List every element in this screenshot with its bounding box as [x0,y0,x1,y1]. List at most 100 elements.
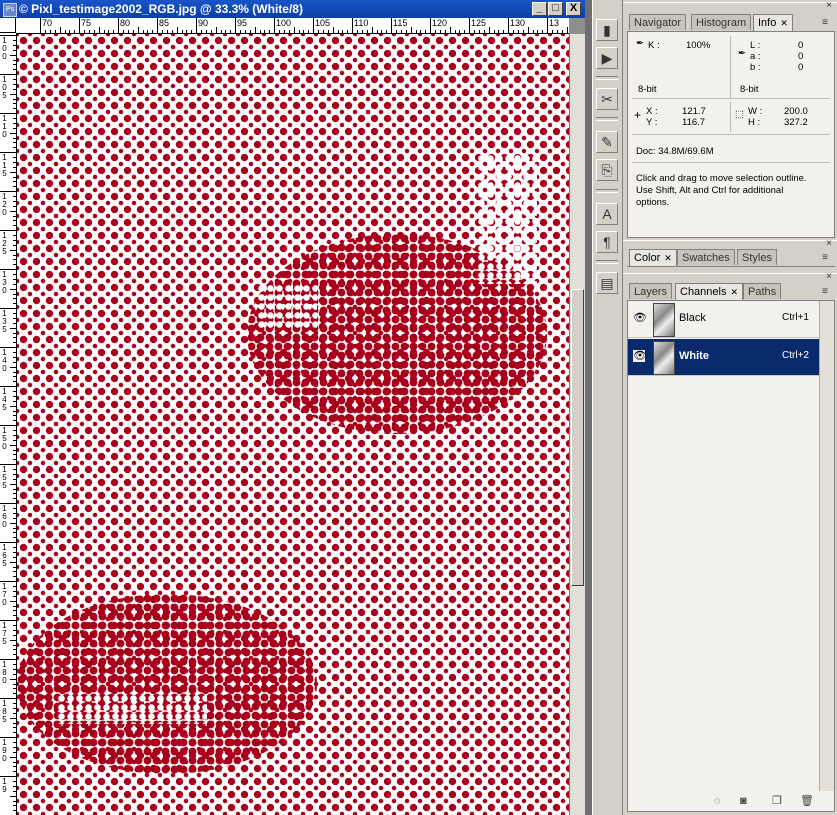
load-selection-icon[interactable]: ◌ [714,795,721,807]
maximize-button[interactable]: □ [548,2,563,16]
palette-close-icon[interactable]: × [826,238,832,249]
palette-grip[interactable] [623,2,837,9]
ruler-minor-tick [356,30,358,33]
actions-icon[interactable]: ▶ [596,47,618,69]
ruler-minor-tick [13,410,16,412]
tab-navigator[interactable]: Navigator [629,14,687,30]
ruler-minor-tick [259,30,261,33]
vertical-ruler[interactable]: 100 105 110 115 120 125 130 135 140 145 150 155 160 1… [0,33,17,815]
minimize-button[interactable]: _ [532,2,547,16]
ruler-minor-tick [13,780,16,782]
horizontal-ruler[interactable]: 70 75 80 85 90 95 100 105 110 115 120 125 130 13 [16,18,569,34]
ruler-tick [313,18,314,33]
ruler-minor-tick [13,108,16,110]
ruler-minor-tick [239,30,241,33]
tab-close-icon[interactable]: ✕ [664,253,672,263]
ruler-minor-tick [439,30,441,33]
tab-paths[interactable]: Paths [743,283,782,299]
palette-close-icon[interactable]: × [826,271,832,282]
ruler-minor-tick [230,30,232,33]
tab-layers[interactable]: Layers [629,283,673,299]
ruler-minor-tick [13,59,16,61]
palette-grip[interactable] [623,240,837,247]
ruler-minor-tick [152,30,154,33]
ruler-minor-tick [264,30,266,33]
ruler-label: 80 [120,18,131,28]
ruler-minor-tick [322,30,324,33]
ruler-label: 190 [2,738,7,763]
ruler-label: 75 [81,18,92,28]
navigator-toggle-icon[interactable]: ▮ [596,19,618,41]
ruler-minor-tick [13,751,16,753]
tab-close-icon[interactable]: ✕ [780,18,788,28]
ruler-minor-tick [13,312,16,314]
document-title-bar[interactable]: Ps © Pixl_testimage2002_RGB.jpg @ 33.3% … [0,0,585,18]
image-canvas[interactable] [17,34,569,815]
ruler-minor-tick [13,532,16,534]
ruler-tick [157,18,158,33]
channels-scrollbar[interactable] [819,301,834,791]
ruler-minor-tick [13,322,16,324]
ruler-label: 85 [159,18,170,28]
hint-line-2: Use Shift, Alt and Ctrl for additional [636,185,784,196]
ruler-minor-tick [13,693,16,695]
tool-presets-icon[interactable]: ✂ [596,88,618,110]
vertical-scrollbar[interactable] [569,34,585,815]
paragraph-icon[interactable]: ¶ [596,231,618,253]
ruler-minor-tick [54,30,56,33]
character-icon[interactable]: A [596,203,618,225]
palette-dock: ▮ ▶ ✂ ✎ ⎘ A ¶ ▤ [592,0,622,815]
ruler-minor-tick [13,78,16,80]
tab-histogram[interactable]: Histogram [691,14,752,30]
ruler-minor-tick [449,27,451,33]
channel-row-black[interactable]: 👁 Black Ctrl+1 [628,301,820,338]
ruler-minor-tick [405,30,407,33]
ruler-minor-tick [249,30,251,33]
palette-menu-icon[interactable]: ≡ [822,252,828,263]
crosshair-icon: + [634,108,642,122]
scrollbar-thumb[interactable] [571,289,584,586]
ruler-tick [508,18,509,33]
tab-channels[interactable]: Channels ✕ [675,283,744,300]
ruler-minor-tick [13,688,16,690]
ruler-minor-tick [13,303,16,305]
tab-styles[interactable]: Styles [737,249,777,265]
channel-shortcut: Ctrl+2 [782,350,809,361]
ruler-minor-tick [13,512,16,514]
brushes-icon[interactable]: ✎ [596,131,618,153]
document-window[interactable]: Ps © Pixl_testimage2002_RGB.jpg @ 33.3% … [0,0,585,815]
palette-close-icon[interactable]: × [826,0,832,11]
visibility-eye-icon[interactable]: 👁 [633,312,647,324]
ruler-minor-tick [13,615,16,617]
ruler-minor-tick [371,27,373,33]
ruler-minor-tick [376,30,378,33]
channel-name: White [679,350,709,362]
close-button[interactable]: X [566,2,581,16]
clone-source-icon[interactable]: ⎘ [596,159,618,181]
ruler-minor-tick [522,30,524,33]
ruler-minor-tick [13,761,16,763]
channel-row-white[interactable]: 👁 White Ctrl+2 [628,339,820,376]
ruler-minor-tick [13,722,16,724]
visibility-eye-icon[interactable]: 👁 [633,350,647,362]
delete-channel-icon[interactable]: 🗑 [800,794,814,807]
new-channel-icon[interactable]: ❐ [772,794,782,807]
ruler-minor-tick [13,517,16,519]
tab-color[interactable]: Color ✕ [629,249,677,266]
palette-menu-icon[interactable]: ≡ [822,286,828,297]
palette-menu-icon[interactable]: ≡ [822,17,828,28]
tab-close-icon[interactable]: ✕ [730,287,738,297]
ruler-minor-tick [13,332,16,334]
tab-swatches[interactable]: Swatches [677,249,735,265]
tab-info[interactable]: Info ✕ [753,14,793,31]
ruler-minor-tick [10,54,16,56]
ruler-minor-tick [381,30,383,33]
save-selection-icon[interactable]: ◙ [740,795,747,807]
notes-icon[interactable]: ▤ [596,272,618,294]
ruler-minor-tick [176,27,178,33]
ruler-tick [235,18,236,33]
doc-size: Doc: 34.8M/69.6M [636,146,714,157]
ruler-origin[interactable] [0,18,16,33]
palette-grip[interactable] [623,273,837,280]
ruler-minor-tick [13,400,16,402]
